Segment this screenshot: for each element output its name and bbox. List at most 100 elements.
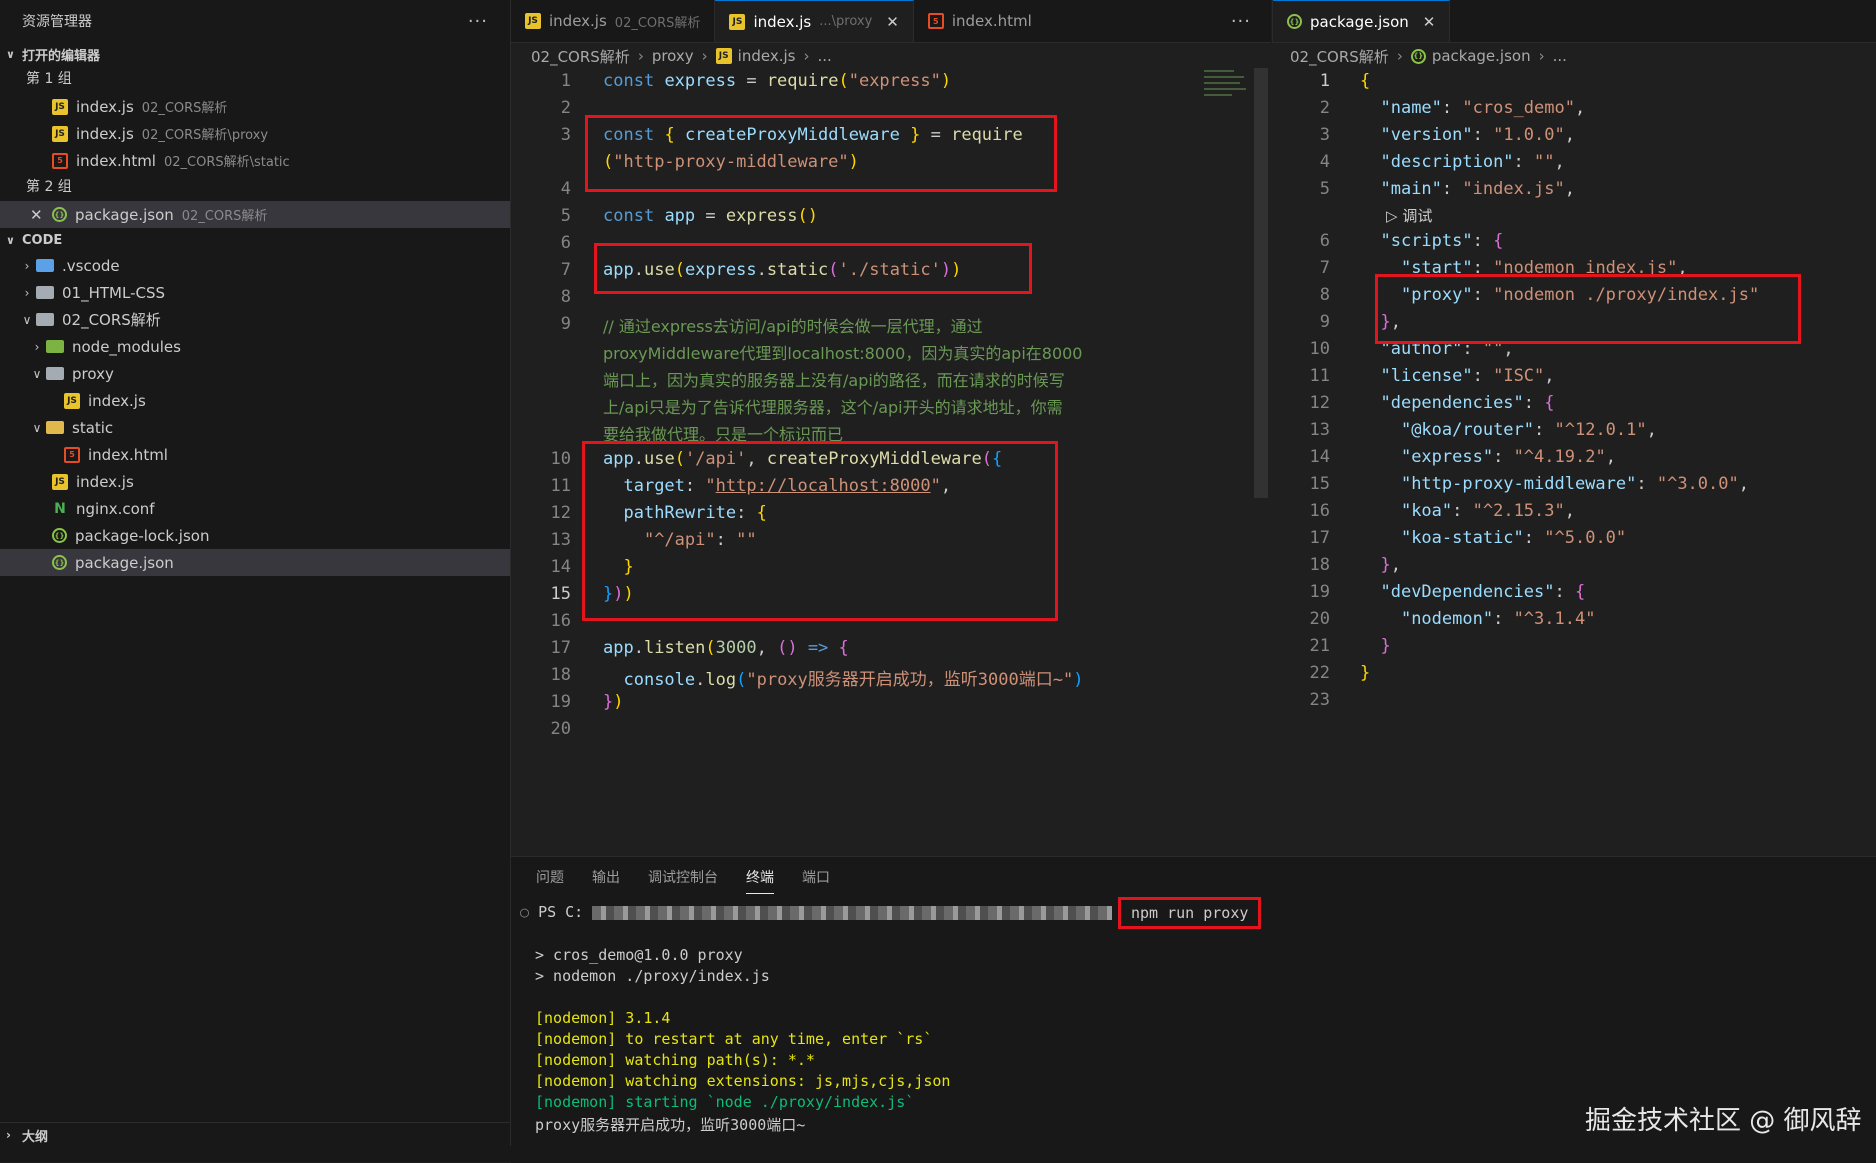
tree-label: 02_CORS解析 <box>62 311 161 329</box>
code-line: }, <box>1380 555 1401 575</box>
line-number: 12 <box>1309 393 1330 413</box>
line-number: 3 <box>560 125 571 145</box>
line-number-current: 1 <box>1319 71 1330 91</box>
left-scrollbar[interactable] <box>1254 68 1268 498</box>
tab-desc: 02_CORS解析 <box>614 15 701 31</box>
tree-file-selected[interactable]: {} package.json <box>0 549 510 576</box>
line-number: 6 <box>560 233 571 253</box>
terminal-output-line: [nodemon] watching path(s): *.* <box>535 1051 815 1069</box>
tab-terminal[interactable]: 终端 <box>746 867 774 894</box>
minimap[interactable] <box>1204 68 1250 108</box>
breadcrumb-item[interactable]: package.json <box>1432 47 1531 65</box>
chevron-right-icon: › <box>24 285 30 300</box>
explorer-title-bar: 资源管理器 ··· <box>0 0 510 42</box>
left-editor-tabbar: JS index.js 02_CORS解析 JS index.js ...\pr… <box>511 0 1271 43</box>
tree-file[interactable]: JS index.js <box>0 387 510 414</box>
breadcrumb-item[interactable]: proxy <box>652 47 694 65</box>
tab-index-html[interactable]: 5 index.html <box>914 0 1046 42</box>
tree-label: proxy <box>72 364 114 383</box>
breadcrumb-item[interactable]: 02_CORS解析 <box>1290 46 1389 67</box>
open-editor-item[interactable]: JS index.js 02_CORS解析\proxy <box>0 120 510 147</box>
chevron-right-icon: › <box>34 339 40 354</box>
js-file-icon: JS <box>52 125 68 142</box>
tab-debug-console[interactable]: 调试控制台 <box>648 867 718 894</box>
open-editor-name: package.json <box>75 205 174 224</box>
breadcrumb-item[interactable]: ... <box>1553 47 1567 65</box>
tree-folder[interactable]: ∨ 02_CORS解析 <box>0 306 510 333</box>
code-line: "description": "", <box>1380 152 1565 172</box>
tree-label: index.html <box>88 445 168 464</box>
workspace-header[interactable]: ∨ CODE <box>0 228 510 252</box>
play-icon: ▷ <box>1386 207 1403 225</box>
terminal-output-line: [nodemon] starting `node ./proxy/index.j… <box>535 1093 915 1111</box>
highlight-box-proxy <box>582 441 1058 621</box>
code-line: "license": "ISC", <box>1380 366 1555 386</box>
open-editor-item[interactable]: JS index.js 02_CORS解析 <box>0 93 510 120</box>
chevron-down-icon: ∨ <box>32 420 42 435</box>
code-line: } <box>1360 663 1371 683</box>
tab-proxy-index-js[interactable]: JS index.js ...\proxy ✕ <box>715 0 914 42</box>
open-editors-header[interactable]: ∨ 打开的编辑器 <box>0 42 510 66</box>
close-icon[interactable]: ✕ <box>1423 13 1436 31</box>
json-file-icon: {} <box>1287 14 1302 29</box>
close-icon[interactable]: ✕ <box>886 13 899 31</box>
tree-folder[interactable]: › .vscode <box>0 252 510 279</box>
line-number: 18 <box>1309 555 1330 575</box>
line-number: 10 <box>550 449 571 469</box>
tree-file[interactable]: JS index.js <box>0 468 510 495</box>
tab-package-json[interactable]: {} package.json ✕ <box>1273 0 1451 42</box>
tree-file[interactable]: N nginx.conf <box>0 495 510 522</box>
tree-folder[interactable]: ∨ static <box>0 414 510 441</box>
line-number: 6 <box>1319 231 1330 251</box>
tree-folder[interactable]: › 01_HTML-CSS <box>0 279 510 306</box>
tab-problems[interactable]: 问题 <box>536 867 564 894</box>
open-editor-desc: 02_CORS解析\static <box>163 155 290 170</box>
tree-folder[interactable]: ∨ proxy <box>0 360 510 387</box>
chevron-down-icon: ∨ <box>6 47 15 61</box>
breadcrumb-item[interactable]: 02_CORS解析 <box>531 46 630 67</box>
chevron-right-icon: › <box>6 1128 11 1142</box>
tab-desc: ...\proxy <box>819 14 873 29</box>
close-icon[interactable]: ✕ <box>30 206 43 224</box>
code-line: "@koa/router": "^12.0.1", <box>1400 420 1657 440</box>
line-number: 7 <box>1319 258 1330 278</box>
code-line: } <box>1380 636 1391 656</box>
watermark: 掘金技术社区 @ 御风辞 <box>1585 1106 1862 1136</box>
json-file-icon: {} <box>52 555 67 570</box>
breadcrumb-item[interactable]: ... <box>817 47 831 65</box>
breadcrumb-item[interactable]: index.js <box>738 47 796 65</box>
terminal-prompt-line: ○ PS C: <box>520 903 1113 921</box>
terminal-output-line: [nodemon] to restart at any time, enter … <box>535 1030 933 1048</box>
line-number: 8 <box>1319 285 1330 305</box>
folder-open-icon <box>46 421 64 434</box>
tab-output[interactable]: 输出 <box>592 867 620 894</box>
line-number: 8 <box>560 287 571 307</box>
tab-ports[interactable]: 端口 <box>802 867 830 894</box>
code-line: const app = express() <box>603 206 819 226</box>
code-line: "http-proxy-middleware": "^3.0.0", <box>1400 474 1749 494</box>
js-file-icon: JS <box>715 48 732 64</box>
json-file-icon: {} <box>52 528 67 543</box>
line-number: 2 <box>560 98 571 118</box>
tree-file[interactable]: {} package-lock.json <box>0 522 510 549</box>
tab-index-js[interactable]: JS index.js 02_CORS解析 <box>511 0 716 42</box>
terminal-prompt: PS C: <box>538 903 584 921</box>
outline-header[interactable]: › 大纲 <box>0 1122 510 1147</box>
editor-more-icon[interactable]: ··· <box>1211 0 1271 42</box>
chevron-right-icon: › <box>1396 47 1403 65</box>
line-number: 4 <box>560 179 571 199</box>
tree-folder[interactable]: › node_modules <box>0 333 510 360</box>
chevron-right-icon: › <box>701 47 708 65</box>
line-number: 5 <box>560 206 571 226</box>
open-editor-item[interactable]: 5 index.html 02_CORS解析\static <box>0 147 510 174</box>
open-editor-item-active[interactable]: ✕ {} package.json 02_CORS解析 <box>0 201 510 228</box>
line-number: 11 <box>1309 366 1330 386</box>
line-number: 11 <box>550 476 571 496</box>
tab-label: index.js <box>753 12 812 31</box>
tree-file[interactable]: 5 index.html <box>0 441 510 468</box>
code-line: "name": "cros_demo", <box>1380 98 1586 118</box>
open-editor-desc: 02_CORS解析\proxy <box>141 128 269 143</box>
explorer-title: 资源管理器 <box>22 14 92 30</box>
explorer-more-icon[interactable]: ··· <box>468 11 488 32</box>
debug-codelens[interactable]: ▷ 调试 <box>1386 205 1432 226</box>
